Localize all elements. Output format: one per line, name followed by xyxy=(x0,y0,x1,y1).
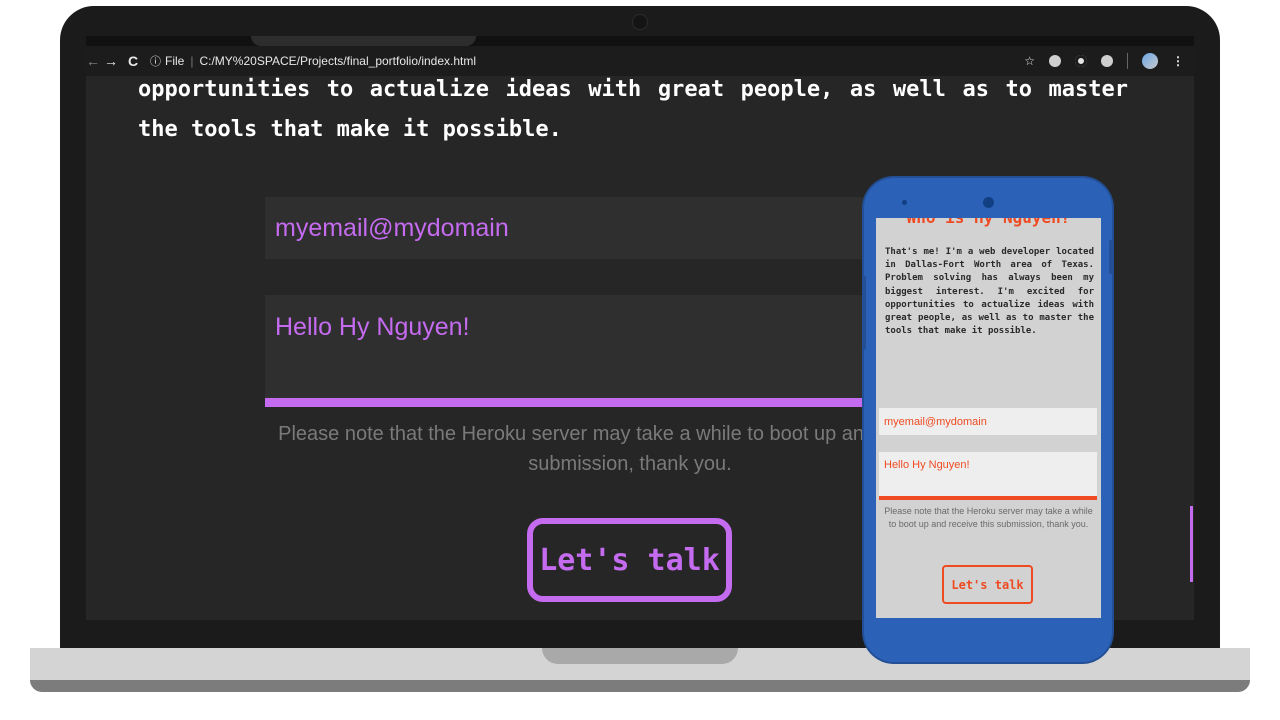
extension-icon[interactable] xyxy=(1075,55,1087,67)
phone-camera xyxy=(983,197,994,208)
message-field[interactable]: Hello Hy Nguyen! xyxy=(265,295,925,407)
star-icon[interactable]: ☆ xyxy=(1024,54,1035,68)
url-text[interactable]: C:/MY%20SPACE/Projects/final_portfolio/i… xyxy=(199,54,476,68)
forward-icon[interactable]: → xyxy=(100,53,122,69)
profile-avatar[interactable] xyxy=(1142,53,1158,69)
mobile-server-note: Please note that the Heroku server may t… xyxy=(884,506,1093,529)
mobile-bio-text: That's me! I'm a web developer located i… xyxy=(885,247,1094,337)
intro-text: opportunities to actualize ideas with gr… xyxy=(138,77,1128,142)
lets-talk-button[interactable]: Let's talk xyxy=(527,518,732,602)
omnibox-divider: | xyxy=(190,54,194,68)
file-label: File xyxy=(165,54,185,68)
extension-icon[interactable] xyxy=(1049,55,1061,67)
active-tab[interactable] xyxy=(251,36,476,46)
mobile-section-title: Who is Hy Nguyen? xyxy=(876,218,1101,227)
info-icon[interactable]: ⓘ xyxy=(150,53,161,69)
address-bar[interactable]: ⓘ File | C:/MY%20SPACE/Projects/final_po… xyxy=(150,53,476,69)
mobile-lets-talk-button[interactable]: Let's talk xyxy=(942,565,1033,604)
scroll-indicator[interactable] xyxy=(1190,506,1193,582)
toolbar-divider xyxy=(1127,53,1128,69)
webcam xyxy=(632,14,648,30)
mobile-message-field[interactable]: Hello Hy Nguyen! xyxy=(879,452,1097,500)
laptop-base-shadow xyxy=(30,680,1250,692)
react-devtools-icon[interactable] xyxy=(1101,55,1113,67)
email-field[interactable]: myemail@mydomain xyxy=(265,197,925,259)
mobile-email-field[interactable]: myemail@mydomain xyxy=(879,408,1097,435)
tab-strip xyxy=(86,36,1194,46)
toolbar-actions: ☆ ⋮ xyxy=(1024,53,1194,69)
phone-power-button xyxy=(1109,240,1114,274)
menu-icon[interactable]: ⋮ xyxy=(1172,54,1184,68)
phone-volume-button xyxy=(862,276,866,350)
back-icon[interactable]: ← xyxy=(86,53,100,69)
phone-sensor xyxy=(902,200,907,205)
reload-icon[interactable]: C xyxy=(122,53,144,69)
phone-screen: Who is Hy Nguyen? That's me! I'm a web d… xyxy=(876,218,1101,618)
laptop-notch xyxy=(542,648,738,664)
